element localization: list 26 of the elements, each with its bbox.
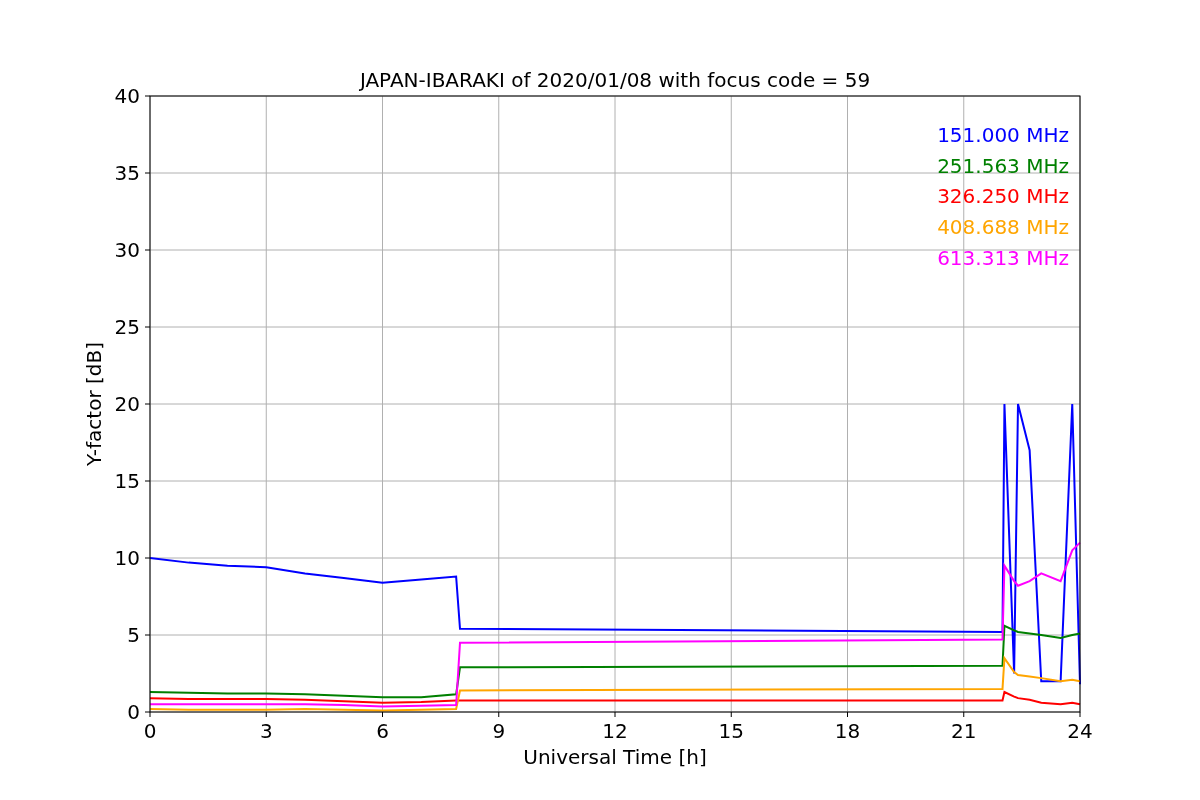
tick-label: 3 [259,719,273,743]
chart-title: JAPAN-IBARAKI of 2020/01/08 with focus code = 59 [359,68,871,92]
legend-label: 326.250 MHz [937,184,1069,209]
tick-label: 15 [114,469,140,493]
tick-label: 0 [143,719,157,743]
legend-label: 251.563 MHz [937,153,1069,178]
y-axis-label: Y-factor [dB] [82,342,106,466]
tick-label: 9 [492,719,506,743]
tick-label: 35 [114,161,140,185]
legend-label: 151.000 MHz [937,123,1069,147]
legend-label: 613.313 MHz [937,245,1069,270]
legend-label: 408.688 MHz [937,215,1069,240]
tick-label: 18 [834,719,861,743]
tick-label: 40 [114,84,140,108]
tick-label: 15 [718,719,744,743]
tick-label: 20 [114,392,140,416]
tick-label: 5 [127,623,140,647]
tick-label: 21 [951,719,977,743]
tick-label: 0 [127,700,140,724]
tick-label: 25 [114,315,140,339]
tick-label: 6 [376,719,389,743]
tick-label: 10 [114,546,140,570]
tick-label: 24 [1067,719,1093,743]
x-axis-label: Universal Time [h] [523,745,707,769]
tick-label: 30 [114,238,140,262]
tick-label: 12 [602,719,628,743]
